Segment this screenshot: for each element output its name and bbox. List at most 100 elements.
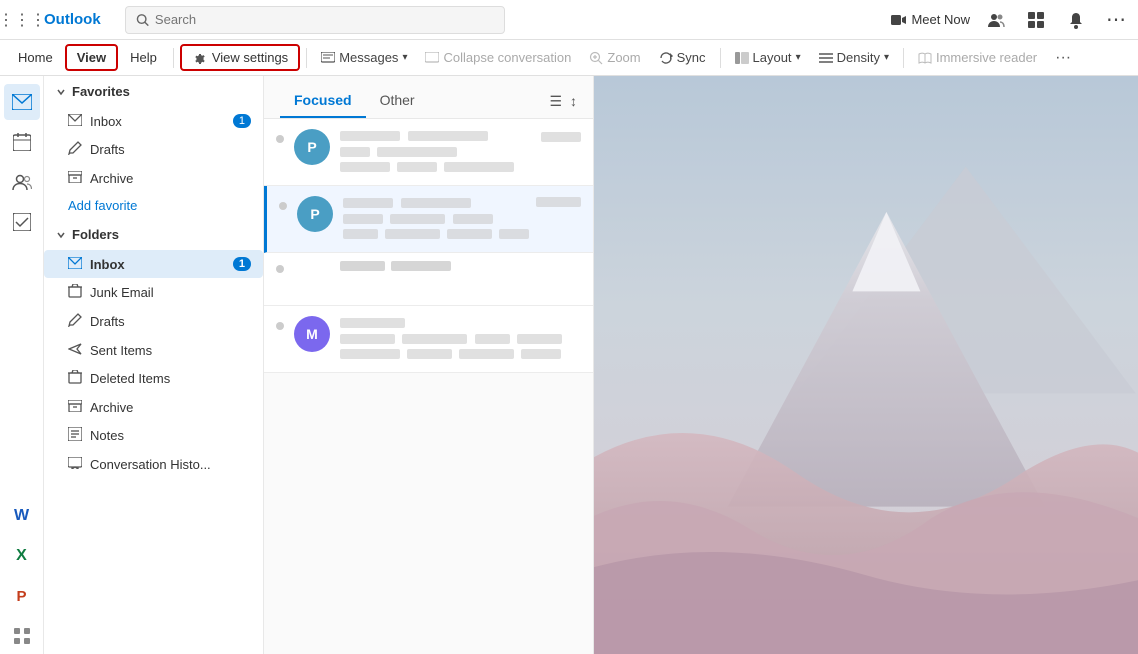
email-item[interactable] [264, 253, 593, 306]
archive-folder-label: Archive [90, 400, 133, 415]
sort-icon[interactable]: ↕ [570, 93, 577, 110]
collapse-icon [425, 52, 439, 64]
tab-other[interactable]: Other [366, 84, 429, 118]
sync-icon [659, 51, 673, 65]
sidebar-item-archive[interactable]: Archive [44, 393, 263, 421]
notes-label: Notes [90, 428, 124, 443]
layout-label: Layout [753, 50, 792, 65]
filter-icon[interactable]: ☰ [549, 93, 562, 110]
sidebar-item-inbox[interactable]: Inbox 1 [44, 250, 263, 278]
grid-icon-btn[interactable] [1022, 6, 1050, 34]
layout-icon [735, 52, 749, 64]
deleted-icon [68, 370, 82, 387]
avatar: M [294, 316, 330, 352]
sidebar-item-junk[interactable]: Junk Email [44, 278, 263, 307]
email-tab-actions: ☰ ↕ [549, 93, 577, 110]
search-input[interactable] [155, 12, 494, 27]
menu-home[interactable]: Home [8, 46, 63, 69]
excel-nav-button[interactable]: X [4, 538, 40, 574]
sidebar-item-drafts[interactable]: Drafts [44, 307, 263, 336]
email-content [340, 129, 581, 175]
folders-label: Folders [72, 227, 119, 242]
email-time [536, 197, 581, 210]
messages-label: Messages [339, 50, 398, 65]
collapse-conversation-button[interactable]: Collapse conversation [417, 46, 579, 69]
messages-icon [321, 52, 335, 64]
video-icon [891, 14, 907, 26]
separator-2 [306, 48, 307, 68]
tasks-nav-button[interactable] [4, 204, 40, 240]
fav-archive-label: Archive [90, 171, 133, 186]
inbox-folder-badge: 1 [233, 257, 251, 271]
immersive-reader-button[interactable]: Immersive reader [910, 46, 1045, 69]
inbox-folder-icon [68, 256, 82, 272]
view-settings-button[interactable]: View settings [180, 44, 300, 71]
mail-nav-button[interactable] [4, 84, 40, 120]
messages-caret: ▾ [402, 52, 407, 63]
fav-inbox-badge: 1 [233, 114, 251, 128]
tab-focused[interactable]: Focused [280, 84, 366, 118]
wallpaper-background [594, 76, 1138, 654]
unread-dot [276, 265, 284, 273]
title-bar-actions: Meet Now ⋯ [891, 6, 1130, 34]
notes-icon [68, 427, 82, 444]
junk-icon [68, 284, 82, 301]
avatar: P [294, 129, 330, 165]
sidebar-item-notes[interactable]: Notes [44, 421, 263, 450]
email-sender [340, 129, 488, 144]
sidebar-item-deleted[interactable]: Deleted Items [44, 364, 263, 393]
email-subject [340, 146, 581, 160]
email-time [541, 132, 581, 142]
menu-bar: Home View Help View settings Messages ▾ … [0, 40, 1138, 76]
meet-now-button[interactable]: Meet Now [891, 12, 970, 27]
email-preview [343, 229, 581, 242]
people-icon-btn[interactable] [982, 6, 1010, 34]
sidebar-item-inbox-fav[interactable]: Inbox 1 [44, 107, 263, 135]
email-item[interactable]: P [264, 119, 593, 186]
folders-header[interactable]: Folders [44, 219, 263, 250]
sent-icon [68, 342, 82, 358]
zoom-icon [589, 51, 603, 65]
menu-view[interactable]: View [65, 44, 118, 71]
gear-icon [192, 51, 206, 65]
app-grid-icon[interactable]: ⋮⋮⋮ [8, 6, 36, 34]
email-item[interactable]: M [264, 306, 593, 373]
email-content [340, 316, 581, 362]
sync-button[interactable]: Sync [651, 46, 714, 69]
search-icon [136, 13, 149, 27]
toolbar-more-button[interactable]: ··· [1047, 45, 1079, 71]
email-subject [340, 333, 581, 347]
favorites-header[interactable]: Favorites [44, 76, 263, 107]
calendar-nav-button[interactable] [4, 124, 40, 160]
email-content [340, 261, 581, 271]
unread-dot [279, 202, 287, 210]
email-sender [343, 196, 471, 211]
sidebar-item-sent[interactable]: Sent Items [44, 336, 263, 364]
menu-help[interactable]: Help [120, 46, 167, 69]
email-list: Focused Other ☰ ↕ P [264, 76, 594, 654]
layout-button[interactable]: Layout ▾ [727, 46, 809, 69]
word-nav-button[interactable]: W [4, 498, 40, 534]
add-favorite-button[interactable]: Add favorite [44, 192, 263, 219]
powerpoint-nav-button[interactable]: P [4, 578, 40, 614]
density-icon [819, 52, 833, 64]
email-item[interactable]: P [264, 186, 593, 253]
apps-nav-button[interactable] [4, 618, 40, 654]
sidebar-item-archive-fav[interactable]: Archive [44, 164, 263, 192]
view-settings-label: View settings [212, 50, 288, 65]
reading-pane [594, 76, 1138, 654]
messages-button[interactable]: Messages ▾ [313, 46, 415, 69]
zoom-button[interactable]: Zoom [581, 46, 648, 69]
sidebar: Favorites Inbox 1 Drafts Archive Add fav… [44, 76, 264, 654]
chevron-down-icon [56, 88, 66, 96]
density-button[interactable]: Density ▾ [811, 46, 897, 69]
junk-label: Junk Email [90, 285, 154, 300]
more-icon-btn[interactable]: ⋯ [1102, 6, 1130, 34]
email-tabs: Focused Other ☰ ↕ [264, 76, 593, 119]
sidebar-item-drafts-fav[interactable]: Drafts [44, 135, 263, 164]
people-nav-button[interactable] [4, 164, 40, 200]
search-box[interactable] [125, 6, 505, 34]
notification-icon-btn[interactable] [1062, 6, 1090, 34]
sidebar-item-history[interactable]: Conversation Histo... [44, 450, 263, 478]
main-area: W X P Favorites Inbox 1 [0, 76, 1138, 654]
